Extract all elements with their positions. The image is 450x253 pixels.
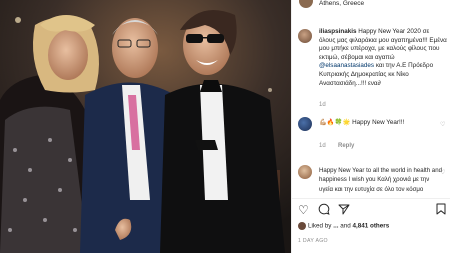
action-divider (292, 198, 450, 199)
photo-illustration (0, 0, 291, 253)
post-date: 1 DAY AGO (298, 238, 328, 244)
likes-count[interactable]: 4,841 others (352, 223, 389, 230)
share-icon[interactable] (338, 203, 350, 218)
comment-1-like-icon[interactable]: ♡ (440, 121, 445, 128)
caption-age: 1d (319, 102, 326, 108)
caption-avatar[interactable] (298, 29, 312, 43)
likes-summary[interactable]: Liked by ... and 4,841 others (298, 222, 389, 230)
comment-1-age: 1d (319, 143, 326, 149)
caption-username[interactable]: iliaspsinakis (319, 28, 356, 35)
post-side-panel: Athens, Greece iliaspsinakis Happy New Y… (291, 0, 450, 253)
comment-icon[interactable] (318, 203, 330, 218)
bookmark-icon[interactable] (436, 203, 446, 218)
comment-2-like-icon[interactable]: ♡ (440, 169, 445, 176)
post-photo[interactable] (0, 0, 291, 253)
comment-1-avatar[interactable] (298, 117, 312, 131)
likes-prefix: Liked by (308, 222, 332, 230)
post-location[interactable]: Athens, Greece (319, 0, 364, 7)
header-avatar[interactable] (299, 0, 313, 8)
likes-user[interactable]: ... (333, 223, 338, 230)
comment-1: 💪🏼🔥🍀🌟 Happy New Year!!! (319, 118, 445, 127)
comment-2-avatar[interactable] (298, 165, 312, 179)
comment-1-emojis: 💪🏼🔥🍀🌟 (319, 119, 351, 126)
caption-mention[interactable]: @elsaanastasiades (319, 62, 374, 69)
heart-icon[interactable]: ♡ (298, 203, 309, 217)
action-bar: ♡ (298, 203, 448, 217)
likes-and: and (340, 222, 351, 230)
liker-avatar (298, 222, 306, 230)
comment-1-reply-button[interactable]: Reply (338, 143, 354, 149)
comment-1-text: Happy New Year!!! (352, 119, 405, 126)
comment-2-text: Happy New Year to all the world in healt… (319, 167, 442, 193)
post-caption: iliaspsinakis Happy New Year 2020 σε όλο… (319, 28, 447, 88)
